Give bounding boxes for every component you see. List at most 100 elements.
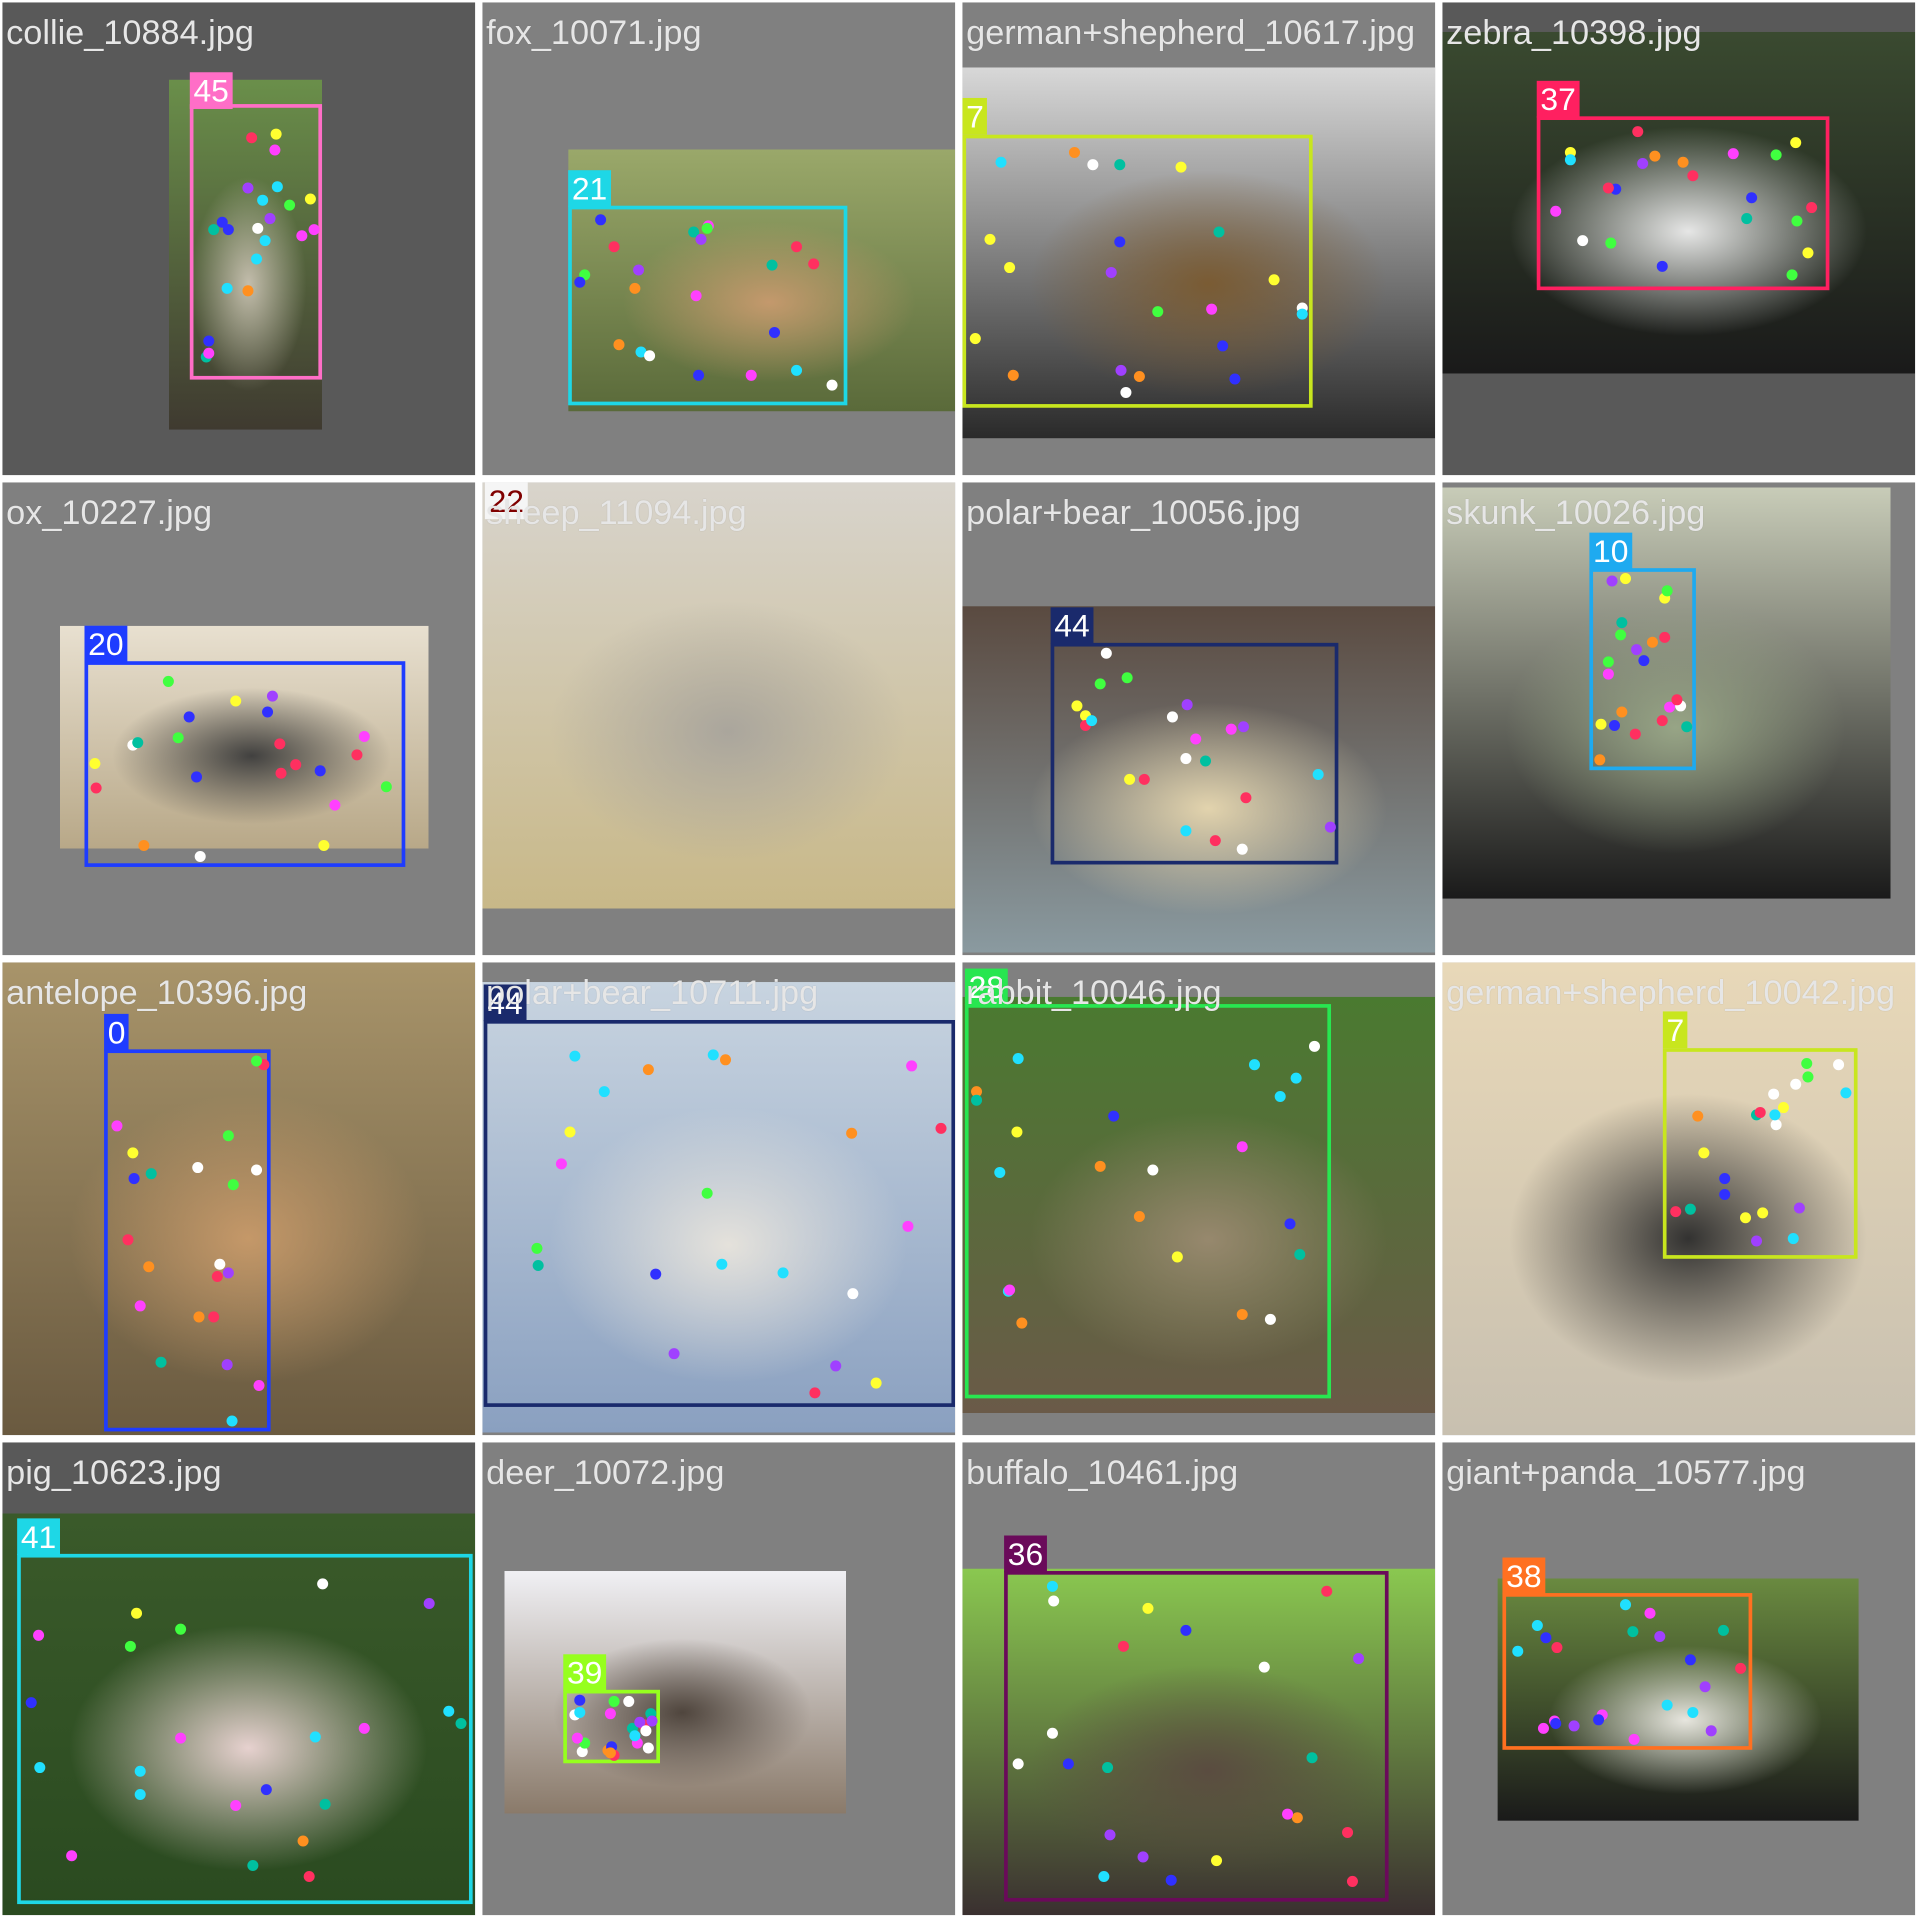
keypoint-dot — [984, 233, 996, 245]
image-tile[interactable]: rabbit_10046.jpg 28 — [962, 962, 1436, 1436]
keypoint-dot — [194, 851, 206, 863]
filename-label: polar+bear_10711.jpg — [486, 973, 819, 1012]
keypoint-dot — [1540, 1632, 1552, 1644]
keypoint-dot — [902, 1220, 914, 1232]
keypoint-dot — [208, 1311, 220, 1323]
image-tile[interactable]: fox_10071.jpg 21 — [482, 2, 956, 476]
keypoint-dot — [1312, 768, 1324, 780]
keypoint-dot — [1114, 236, 1126, 248]
keypoint-dot — [290, 759, 302, 771]
image-tile[interactable]: ox_10227.jpg 20 — [2, 482, 476, 956]
keypoint-dot — [318, 840, 330, 852]
image-tile[interactable]: giant+panda_10577.jpg 38 — [1442, 1442, 1916, 1916]
keypoint-dot — [1687, 170, 1699, 182]
keypoint-dot — [1801, 1057, 1813, 1069]
image-tile[interactable]: zebra_10398.jpg 37 — [1442, 2, 1916, 476]
keypoint-dot — [1627, 1626, 1639, 1638]
detection-box — [483, 1020, 956, 1407]
keypoint-dot — [222, 1130, 234, 1142]
keypoint-dot — [1100, 647, 1112, 659]
image-tile[interactable]: sheep_11094.jpg 22 — [482, 482, 956, 956]
keypoint-dot — [1717, 1624, 1729, 1636]
keypoint-dot — [380, 781, 392, 793]
keypoint-dot — [613, 339, 625, 351]
keypoint-dot — [1786, 269, 1798, 281]
keypoint-dot — [296, 230, 308, 242]
image-tile[interactable]: buffalo_10461.jpg 36 — [962, 1442, 1436, 1916]
keypoint-dot — [1654, 1631, 1666, 1643]
keypoint-dot — [695, 233, 707, 245]
keypoint-dot — [830, 1360, 842, 1372]
keypoint-dot — [1147, 1164, 1159, 1176]
image-tile[interactable]: collie_10884.jpg 45 — [2, 2, 476, 476]
class-id-tag: 44 — [1050, 607, 1094, 645]
filename-label: sheep_11094.jpg — [486, 493, 747, 532]
mosaic-grid: collie_10884.jpg 45 fox_10071.jpg 21 ger… — [0, 0, 1920, 1920]
keypoint-dot — [1757, 1207, 1769, 1219]
keypoint-dot — [145, 1168, 157, 1180]
keypoint-dot — [1661, 585, 1673, 597]
keypoint-dot — [1087, 159, 1099, 171]
image-tile[interactable]: polar+bear_10711.jpg 44 — [482, 962, 956, 1436]
keypoint-dot — [1692, 1110, 1704, 1122]
class-id-tag: 38 — [1502, 1557, 1546, 1595]
keypoint-dot — [1833, 1059, 1845, 1071]
keypoint-dot — [266, 690, 278, 702]
keypoint-dot — [1746, 192, 1758, 204]
image-tile[interactable]: german+shepherd_10042.jpg 7 — [1442, 962, 1916, 1436]
keypoint-dot — [1121, 672, 1133, 684]
keypoint-dot — [1806, 202, 1818, 214]
keypoint-dot — [1346, 1875, 1358, 1887]
image-tile[interactable]: antelope_10396.jpg 0 — [2, 962, 476, 1436]
keypoint-dot — [358, 1722, 370, 1734]
keypoint-dot — [175, 1732, 187, 1744]
keypoint-dot — [275, 767, 287, 779]
keypoint-dot — [1062, 1758, 1074, 1770]
keypoint-dot — [134, 1788, 146, 1800]
keypoint-dot — [791, 241, 803, 253]
keypoint-dot — [172, 732, 184, 744]
keypoint-dot — [131, 1607, 143, 1619]
image-tile[interactable]: deer_10072.jpg 39 — [482, 1442, 956, 1916]
keypoint-dot — [193, 1311, 205, 1323]
image-tile[interactable]: pig_10623.jpg 41 — [2, 1442, 476, 1916]
class-id-tag: 39 — [563, 1654, 607, 1692]
keypoint-dot — [555, 1158, 567, 1170]
keypoint-dot — [1291, 1812, 1303, 1824]
image-tile[interactable]: polar+bear_10056.jpg 44 — [962, 482, 1436, 956]
keypoint-dot — [303, 1871, 315, 1883]
keypoint-dot — [701, 1187, 713, 1199]
keypoint-dot — [701, 222, 713, 234]
keypoint-dot — [1011, 1126, 1023, 1138]
keypoint-dot — [707, 1049, 719, 1061]
keypoint-dot — [969, 333, 981, 345]
keypoint-dot — [1324, 821, 1336, 833]
image-tile[interactable]: skunk_10026.jpg 10 — [1442, 482, 1916, 956]
keypoint-dot — [1102, 1762, 1114, 1774]
keypoint-dot — [134, 1765, 146, 1777]
keypoint-dot — [766, 259, 778, 271]
class-id-tag: 45 — [189, 72, 233, 109]
keypoint-dot — [768, 326, 780, 338]
keypoint-dot — [191, 771, 203, 783]
keypoint-dot — [124, 1640, 136, 1652]
keypoint-dot — [66, 1850, 78, 1862]
image-tile[interactable]: german+shepherd_10617.jpg 7 — [962, 2, 1436, 476]
keypoint-dot — [329, 799, 341, 811]
keypoint-dot — [230, 695, 242, 707]
keypoint-dot — [1180, 825, 1192, 837]
keypoint-dot — [633, 264, 645, 276]
keypoint-dot — [1206, 303, 1218, 315]
keypoint-dot — [155, 1356, 167, 1368]
filename-label: collie_10884.jpg — [6, 13, 254, 52]
keypoint-dot — [1629, 728, 1641, 740]
keypoint-dot — [34, 1762, 46, 1774]
keypoint-dot — [1133, 371, 1145, 383]
animal-photo — [482, 482, 956, 909]
keypoint-dot — [1719, 1188, 1731, 1200]
keypoint-dot — [1684, 1203, 1696, 1215]
keypoint-dot — [1649, 150, 1661, 162]
keypoint-dot — [1802, 1071, 1814, 1083]
keypoint-dot — [1004, 262, 1016, 274]
keypoint-dot — [1094, 1160, 1106, 1172]
